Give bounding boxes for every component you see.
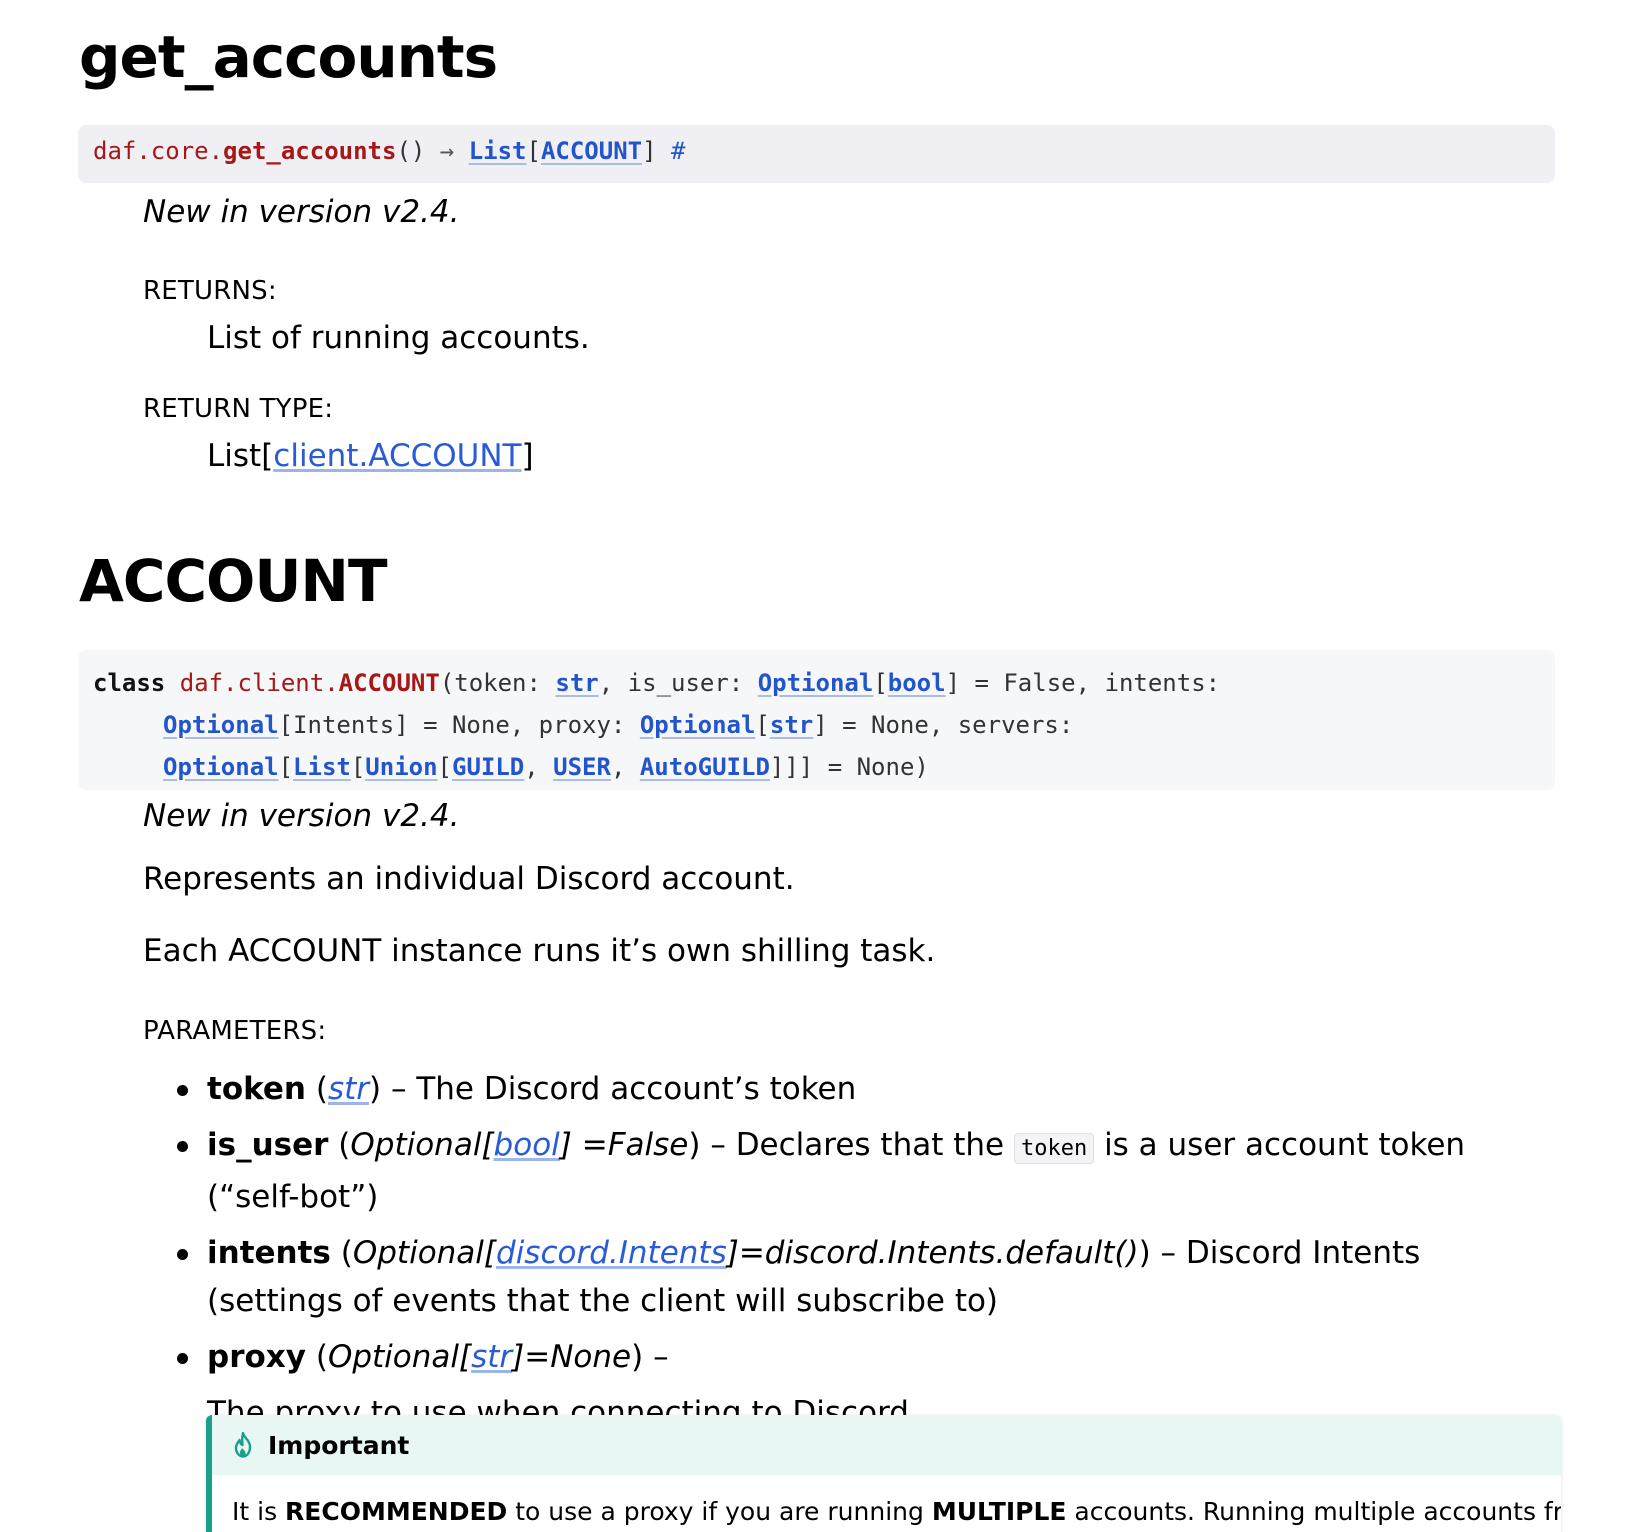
sig-return-account-link[interactable]: ACCOUNT (541, 137, 642, 165)
admonition-header: Important (212, 1415, 1561, 1475)
sig-autoguild-link[interactable]: AutoGUILD (640, 753, 770, 781)
param-item-intents: intents (Optional[discord.Intents]=disco… (173, 1229, 1563, 1325)
sig-bracket: [ (437, 753, 452, 781)
parameters-label: Parameters: (143, 1016, 327, 1046)
admonition-text: to use a proxy if you are running (507, 1497, 932, 1526)
param-name: proxy (207, 1339, 306, 1375)
sig-class-keyword: class (93, 669, 166, 697)
param-item-token: token (str) – The Discord account’s toke… (173, 1065, 1563, 1113)
sig-list-link[interactable]: List (293, 753, 351, 781)
param-description: The Discord account’s token (416, 1071, 857, 1107)
sig-bool-link[interactable]: bool (888, 669, 946, 697)
sig-param-is-user: , is_user: (598, 669, 758, 697)
sig-parens: () (396, 137, 426, 165)
sig-bracket: [ (755, 711, 770, 739)
sig-str-link[interactable]: str (770, 711, 813, 739)
version-note: New in version v2.4. (143, 798, 460, 834)
flame-icon (234, 1432, 252, 1458)
sig-union-link[interactable]: Union (365, 753, 437, 781)
inline-code-token: token (1013, 1133, 1095, 1164)
sig-line-3: Optional[List[Union[GUILD, USER, AutoGUI… (93, 746, 1555, 788)
parameter-list: token (str) – The Discord account’s toke… (173, 1065, 1563, 1445)
param-name: is_user (207, 1127, 329, 1163)
sig-prefix: daf.core. (93, 137, 224, 165)
sig-bracket: [ (278, 753, 294, 781)
sig-param-token: (token: (439, 669, 556, 697)
class-description: Represents an individual Discord account… (143, 861, 795, 897)
admonition-title: Important (268, 1430, 410, 1460)
sig-comma: , (610, 753, 640, 781)
permalink-anchor[interactable]: # (671, 137, 685, 165)
admonition-emphasis: RECOMMENDED (285, 1497, 508, 1526)
param-name: token (207, 1071, 306, 1107)
admonition-text: It is (232, 1497, 286, 1526)
sig-line-2: Optional[Intents] = None, proxy: Optiona… (93, 704, 1555, 746)
param-type-pre: Optional[ (352, 1235, 497, 1271)
sig-optional-link[interactable]: Optional (758, 669, 874, 697)
sig-class-prefix: daf.client. (179, 669, 339, 697)
class-description-2: Each ACCOUNT instance runs it’s own shil… (143, 933, 936, 969)
sig-user-link[interactable]: USER (553, 753, 611, 781)
version-note: New in version v2.4. (143, 194, 460, 230)
param-type-post: ]=discord.Intents.default() (726, 1235, 1139, 1271)
sig-function-name: get_accounts (223, 137, 397, 165)
param-item-is-user: is_user (Optional[bool] =False) – Declar… (173, 1121, 1563, 1221)
sig-param-proxy: [Intents] = None, proxy: (278, 711, 640, 739)
sig-bracket-close: ] (642, 137, 657, 165)
param-type-pre: Optional[ (350, 1127, 494, 1163)
return-type-value: List[client.ACCOUNT] (207, 438, 534, 475)
sig-optional-link[interactable]: Optional (163, 711, 279, 739)
admonition-body: It is RECOMMENDED to use a proxy if you … (212, 1475, 1561, 1526)
admonition-text: accounts. Running multiple accounts from… (1074, 1497, 1561, 1526)
section-title-account: ACCOUNT (79, 547, 388, 615)
sig-optional-link[interactable]: Optional (163, 753, 279, 781)
sig-line-end: ]]] = None) (769, 753, 929, 781)
param-type-pre: Optional[ (327, 1339, 472, 1375)
sig-return-list-link[interactable]: List (469, 137, 527, 165)
param-type-link[interactable]: str (328, 1071, 369, 1107)
return-arrow-icon: → (439, 137, 455, 165)
sig-optional-link[interactable]: Optional (640, 711, 756, 739)
important-admonition: Important It is RECOMMENDED to use a pro… (206, 1415, 1561, 1532)
param-type-link[interactable]: str (471, 1339, 512, 1375)
param-type-post: ]=None (512, 1339, 632, 1375)
returns-text: List of running accounts. (207, 320, 590, 356)
doc-page: get_accounts daf.core.get_accounts() → L… (0, 0, 1628, 1532)
return-type-prefix: List[ (207, 438, 274, 474)
get-accounts-signature: daf.core.get_accounts() → List[ACCOUNT] … (78, 125, 1555, 183)
return-type-link[interactable]: client.ACCOUNT (273, 438, 521, 474)
sig-guild-link[interactable]: GUILD (452, 753, 524, 781)
account-class-signature: class daf.client.ACCOUNT(token: str, is_… (78, 650, 1555, 790)
param-type-post: ] =False (559, 1127, 689, 1163)
admonition-emphasis: MULTIPLE (931, 1497, 1067, 1526)
section-title-get-accounts: get_accounts (79, 23, 498, 91)
sig-comma: , (524, 753, 554, 781)
sig-bracket: [ (873, 669, 888, 697)
returns-label: Returns: (143, 276, 277, 306)
sig-param-intents: ] = False, intents: (945, 669, 1221, 697)
param-type-link[interactable]: bool (494, 1127, 560, 1163)
param-name: intents (207, 1235, 331, 1271)
sig-bracket: [ (350, 753, 366, 781)
sig-param-servers: ] = None, servers: (813, 711, 1074, 739)
return-type-suffix: ] (521, 438, 534, 474)
sig-line-1: class daf.client.ACCOUNT(token: str, is_… (93, 662, 1555, 704)
return-type-label: Return type: (143, 394, 334, 424)
param-type-link[interactable]: discord.Intents (496, 1235, 727, 1271)
sig-str-link[interactable]: str (555, 669, 598, 697)
param-description: Declares that the (735, 1127, 1005, 1163)
sig-bracket-open: [ (526, 137, 541, 165)
sig-class-name: ACCOUNT (338, 669, 440, 697)
